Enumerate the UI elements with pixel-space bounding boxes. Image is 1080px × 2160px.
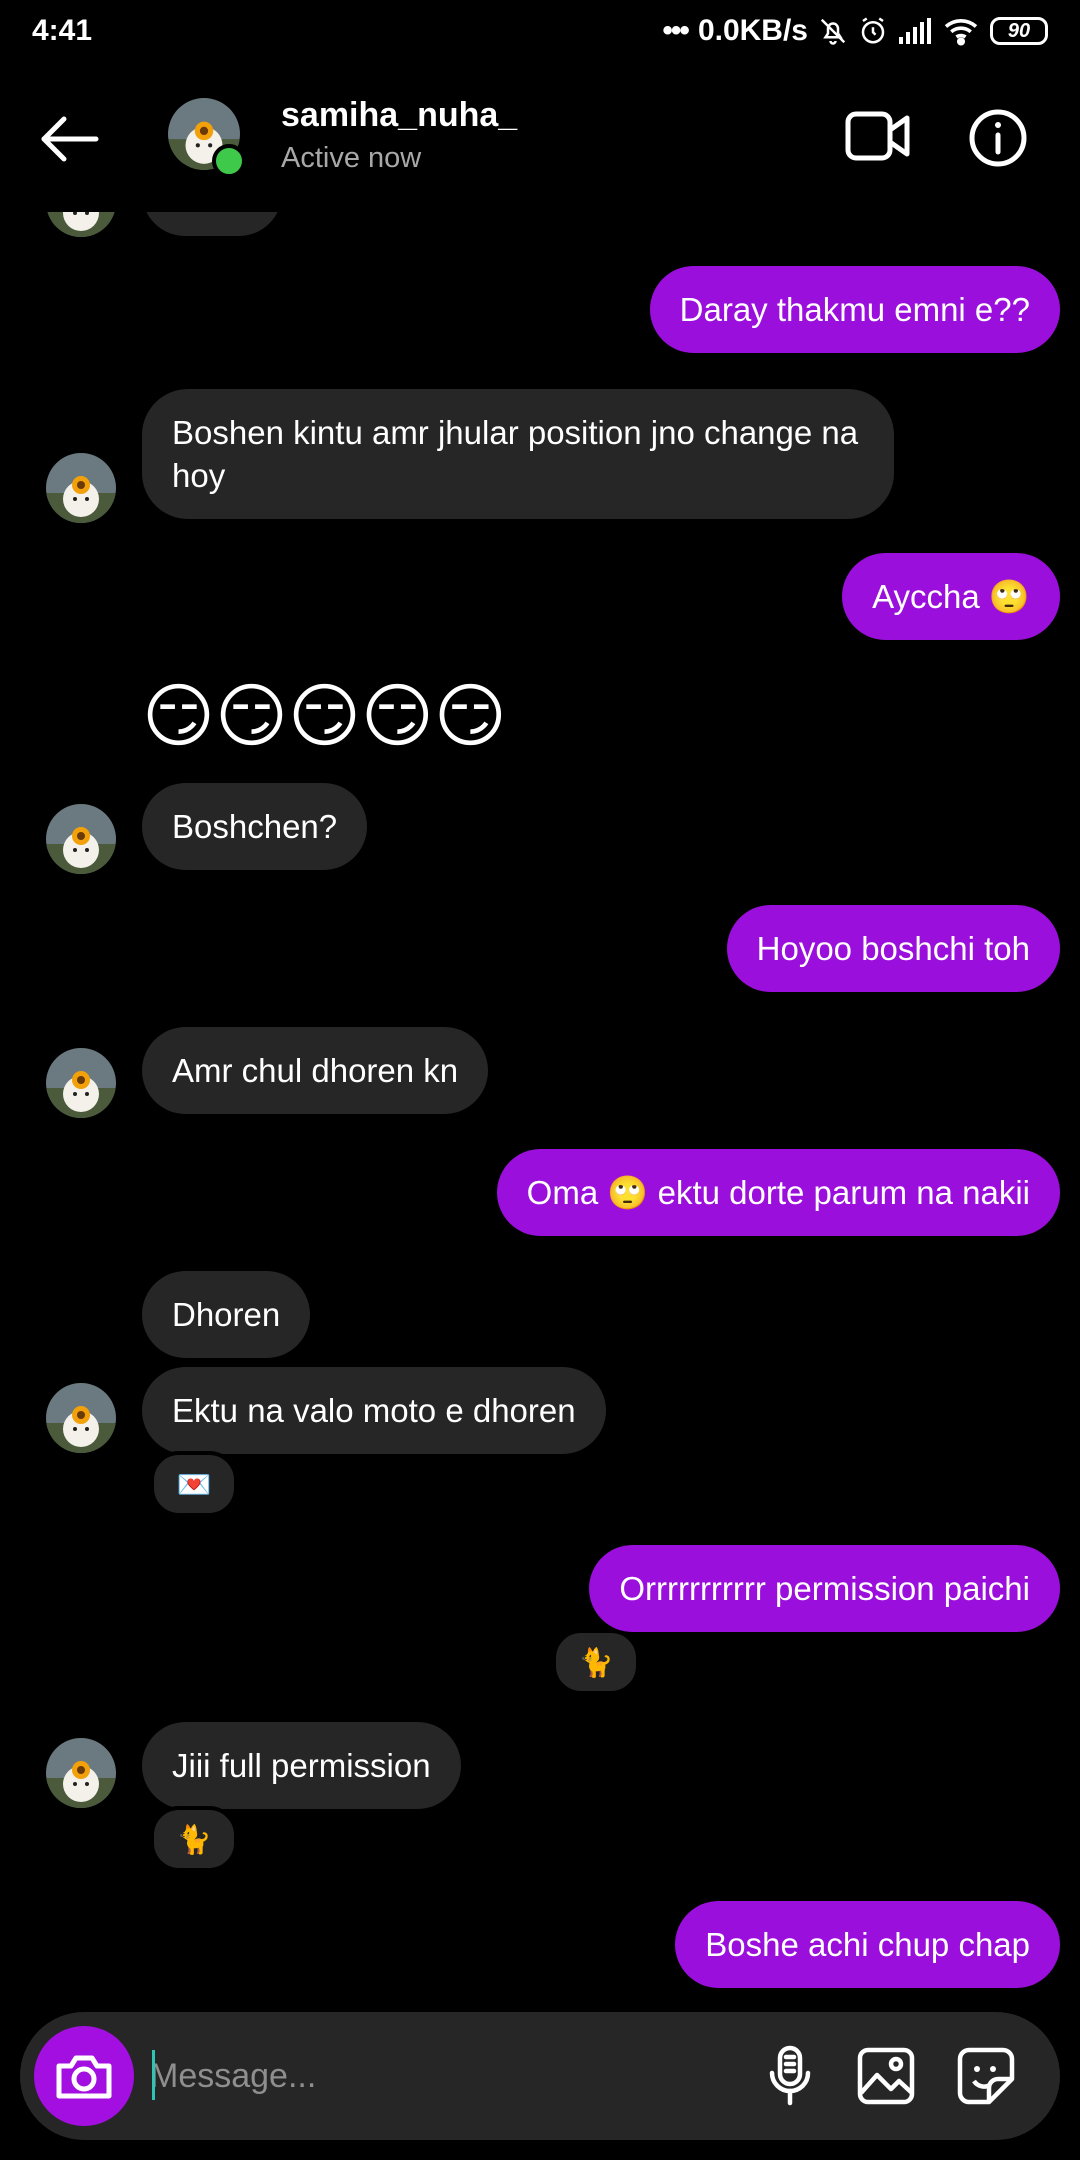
message-bubble-outgoing[interactable]: Ayccha 🙄 <box>842 553 1060 640</box>
message-bubble-incoming[interactable]: Amr chul dhoren kn <box>142 1027 489 1114</box>
active-status-dot <box>212 144 246 178</box>
message-bubble-incoming[interactable]: Jiii full permission <box>142 1722 461 1809</box>
contact-avatar[interactable] <box>46 1383 116 1453</box>
message-bubble-outgoing[interactable]: Hoyoo boshchi toh <box>726 905 1060 992</box>
video-call-button[interactable] <box>843 106 913 166</box>
message-bubble-outgoing[interactable]: Orrrrrrrrrrr permission paichi <box>589 1545 1060 1632</box>
camera-button[interactable] <box>34 2026 134 2126</box>
message-bubble-incoming[interactable]: Boshen kintu amr jhular position jno cha… <box>142 389 894 519</box>
gallery-button[interactable] <box>854 2044 918 2108</box>
message-bubble-outgoing[interactable]: Oma 🙄 ektu dorte parum na nakii <box>496 1149 1060 1236</box>
emoji-message[interactable]: 😏😏😏😏😏 <box>142 676 507 756</box>
message-bubble-incoming[interactable]: Boshchen? <box>142 783 368 870</box>
reaction-badge[interactable]: 🐈 <box>552 1629 640 1695</box>
info-button[interactable] <box>966 106 1030 170</box>
contact-active-status: Active now <box>281 142 422 174</box>
chat-header: samiha_nuha_ Active now <box>0 62 1080 212</box>
image-icon <box>857 2047 915 2105</box>
contact-username[interactable]: samiha_nuha_ <box>281 96 517 135</box>
camera-icon <box>56 2055 112 2099</box>
message-bubble-outgoing[interactable]: Daray thakmu emni e?? <box>649 266 1060 353</box>
contact-avatar[interactable] <box>46 453 116 523</box>
sticker-button[interactable] <box>954 2044 1018 2108</box>
message-thread[interactable]: Daray thakmu emni e?? Boshen kintu amr j… <box>0 0 1080 2000</box>
reaction-badge[interactable]: 💌 <box>150 1451 238 1517</box>
microphone-button[interactable] <box>758 2044 822 2108</box>
sticker-icon <box>957 2047 1015 2105</box>
back-button[interactable] <box>38 107 102 171</box>
video-camera-icon <box>845 111 910 161</box>
info-icon <box>969 109 1027 167</box>
message-composer <box>20 2012 1060 2140</box>
contact-avatar[interactable] <box>46 804 116 874</box>
message-input[interactable] <box>150 2046 730 2106</box>
message-bubble-incoming[interactable]: Dhoren <box>142 1271 311 1358</box>
text-cursor <box>152 2050 155 2100</box>
microphone-icon <box>769 2045 811 2106</box>
message-bubble-incoming[interactable]: Ektu na valo moto e dhoren <box>142 1367 606 1454</box>
reaction-badge[interactable]: 🐈 <box>150 1806 238 1872</box>
contact-avatar[interactable] <box>46 1048 116 1118</box>
message-bubble-outgoing[interactable]: Boshe achi chup chap <box>675 1901 1060 1988</box>
back-arrow-icon <box>41 116 99 162</box>
contact-avatar[interactable] <box>46 1738 116 1808</box>
